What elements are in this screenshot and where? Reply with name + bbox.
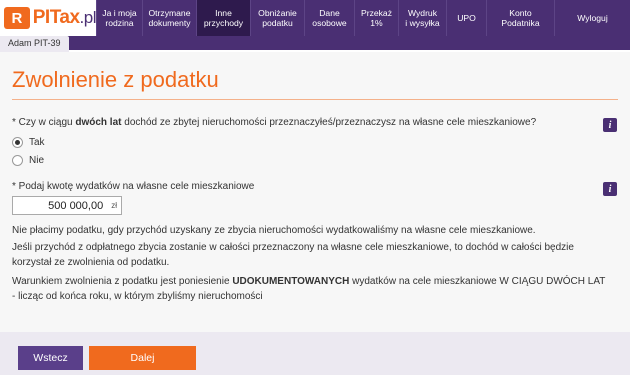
currency-label: zł xyxy=(111,201,117,210)
expenses-amount-value: 500 000,00 xyxy=(48,199,104,212)
nav-ja-i-moja-rodzina[interactable]: Ja i moja rodzina xyxy=(96,0,142,36)
info-icon[interactable]: i xyxy=(603,182,617,196)
radio-tak[interactable]: Tak xyxy=(12,137,45,148)
expenses-amount-input[interactable]: 500 000,00 zł xyxy=(12,196,122,215)
nav-wyloguj[interactable]: Wyloguj xyxy=(554,0,630,36)
nav-upo[interactable]: UPO xyxy=(446,0,486,36)
pitax-logo[interactable]: R PITax.pl xyxy=(0,0,97,36)
main-nav: Ja i moja rodzina Otrzymane dokumenty Inne… xyxy=(96,0,630,36)
nav-przekaz-1-procent[interactable]: Przekaż 1% xyxy=(354,0,398,36)
nav-otrzymane-dokumenty[interactable]: Otrzymane dokumenty xyxy=(142,0,196,36)
question-two-years-label: * Czy w ciągu dwóch lat dochód ze zbytej… xyxy=(12,117,537,128)
title-divider xyxy=(12,99,618,100)
nav-wydruk-i-wysylka[interactable]: Wydruk i wysyłka xyxy=(398,0,446,36)
radio-tak-label: Tak xyxy=(29,137,45,148)
nav-inne-przychody[interactable]: Inne przychody xyxy=(196,0,250,36)
next-button[interactable]: Dalej xyxy=(89,346,196,370)
info-paragraph-1: Nie płacimy podatku, gdy przychód uzyska… xyxy=(12,225,536,236)
radio-nie-circle[interactable] xyxy=(12,155,23,166)
back-button[interactable]: Wstecz xyxy=(18,346,83,370)
nav-konto-podatnika[interactable]: Konto Podatnika xyxy=(486,0,554,36)
info-paragraph-3: Warunkiem zwolnienia z podatku jest poni… xyxy=(12,276,606,302)
expenses-amount-label: * Podaj kwotę wydatków na własne cele mi… xyxy=(12,181,255,192)
user-tab[interactable]: Adam PIT-39 xyxy=(0,36,69,52)
nav-obnizanie-podatku[interactable]: Obniżanie podatku xyxy=(250,0,304,36)
page-title: Zwolnienie z podatku xyxy=(12,67,219,92)
nav-dane-osobowe[interactable]: Dane osobowe xyxy=(304,0,354,36)
info-icon[interactable]: i xyxy=(603,118,617,132)
radio-nie-label: Nie xyxy=(29,155,45,166)
logo-text: PITax.pl xyxy=(32,7,97,28)
sub-bar xyxy=(0,36,630,50)
radio-tak-circle[interactable] xyxy=(12,137,23,148)
logo-badge-icon: R xyxy=(4,7,30,29)
top-navigation-bar: R PITax.pl Ja i moja rodzina Otrzymane dok… xyxy=(0,0,630,36)
radio-nie[interactable]: Nie xyxy=(12,155,44,166)
info-paragraph-2: Jeśli przychód z odpłatnego zbycia zosta… xyxy=(12,242,574,268)
